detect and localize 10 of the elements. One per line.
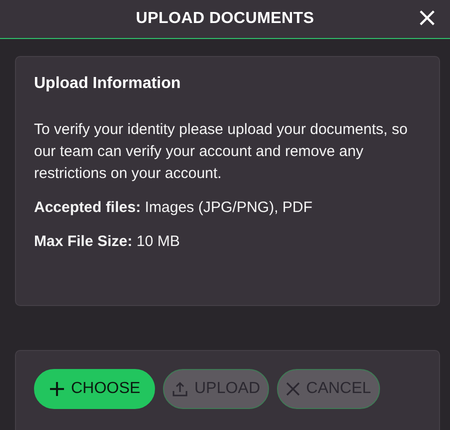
window-title: UPLOAD DOCUMENTS [136,10,314,28]
plus-icon [49,381,65,397]
info-text: Max File Size: 10 MB [34,232,181,252]
info-text: Accepted files: Images (JPG/PNG), PDF [34,198,314,218]
info-text: To verify your identity please upload your documents, so our team can verify your account and remove any restrictions on your account. [34,120,409,184]
choose-button[interactable]: CHOOSE [34,369,156,409]
card-title: Upload Information [34,75,182,93]
close-icon [286,382,300,396]
upload-icon [172,381,188,397]
close-button[interactable]: × [412,4,442,32]
